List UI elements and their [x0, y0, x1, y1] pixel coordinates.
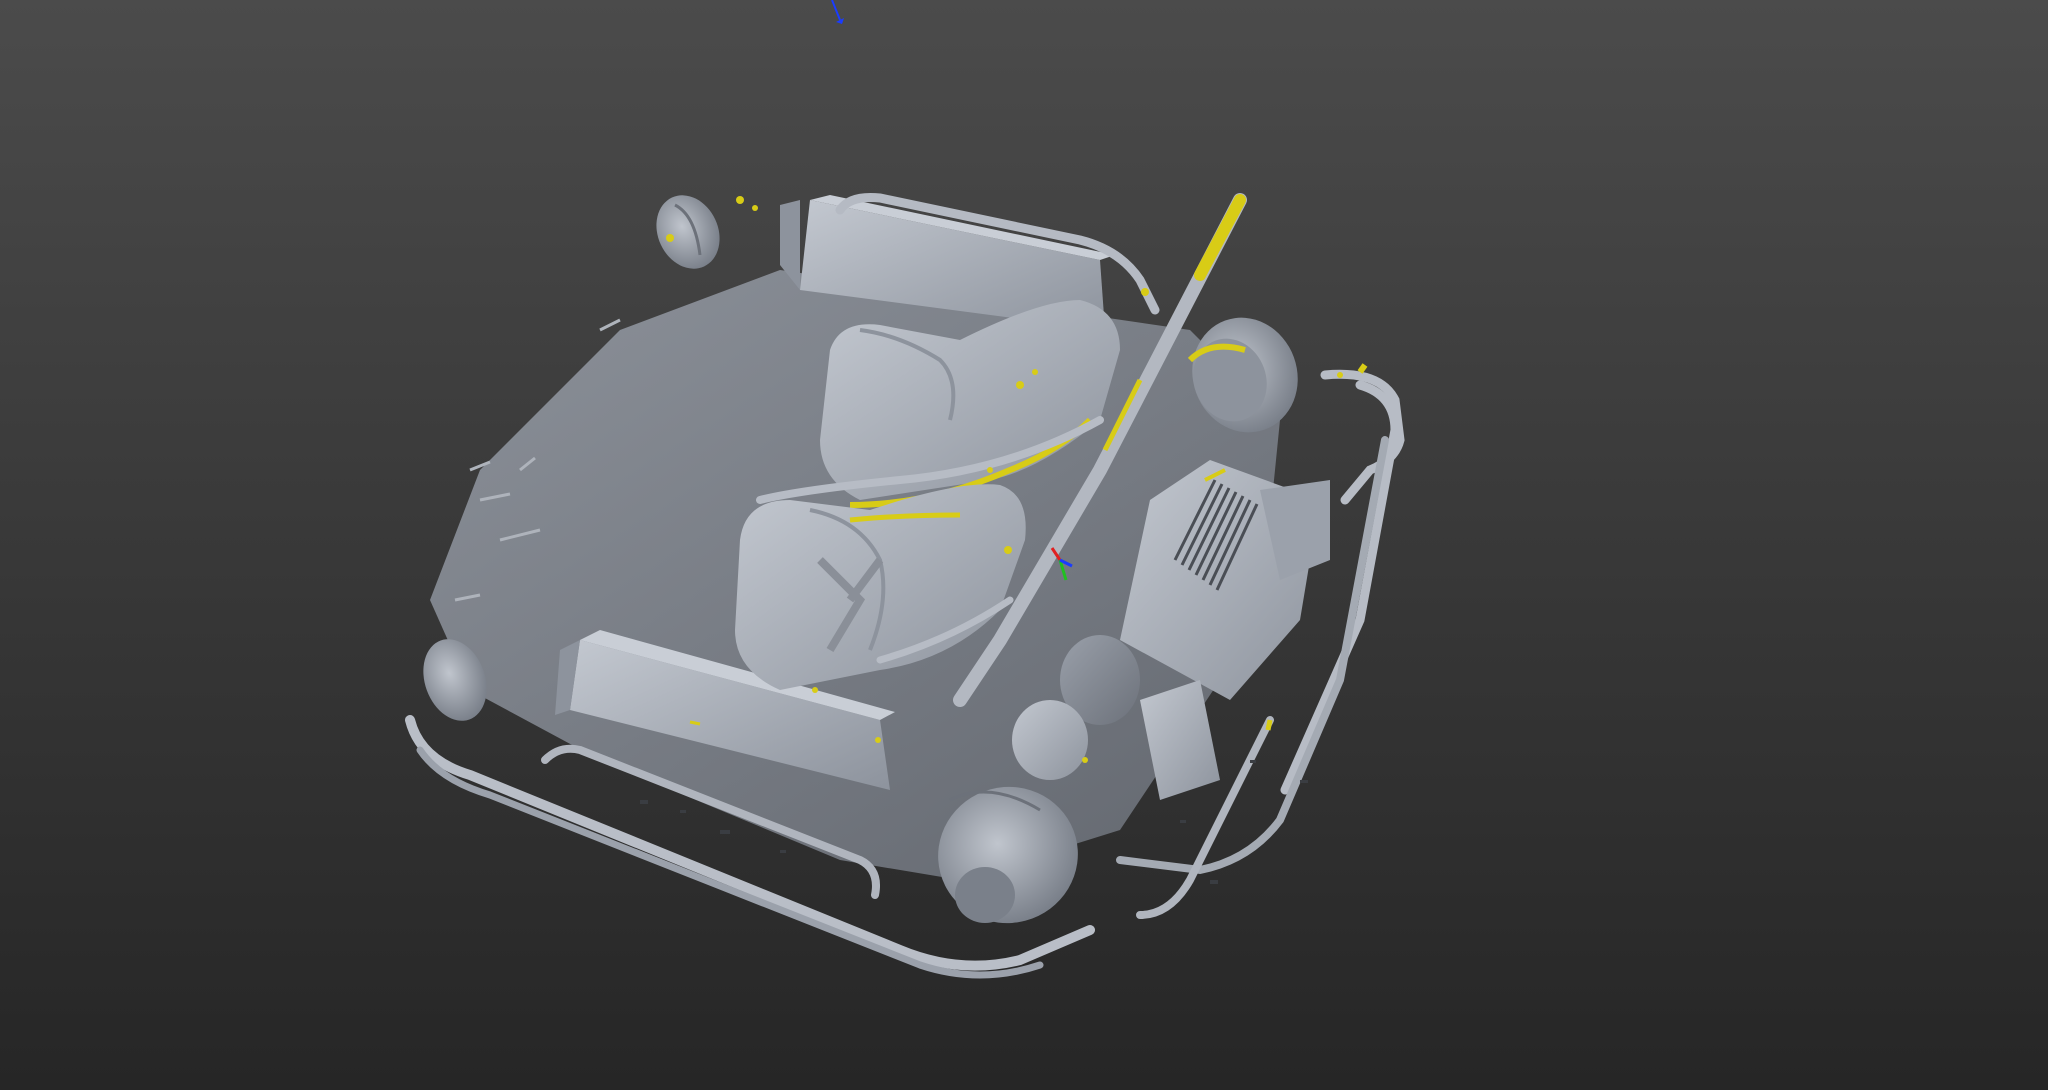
- scan-model-scene[interactable]: [0, 0, 2048, 1090]
- go-kart-model[interactable]: [405, 185, 1405, 979]
- 3d-viewport[interactable]: [0, 0, 2048, 1090]
- axis-gizmo-top: [831, 0, 844, 24]
- tire-rear-left: [656, 195, 720, 269]
